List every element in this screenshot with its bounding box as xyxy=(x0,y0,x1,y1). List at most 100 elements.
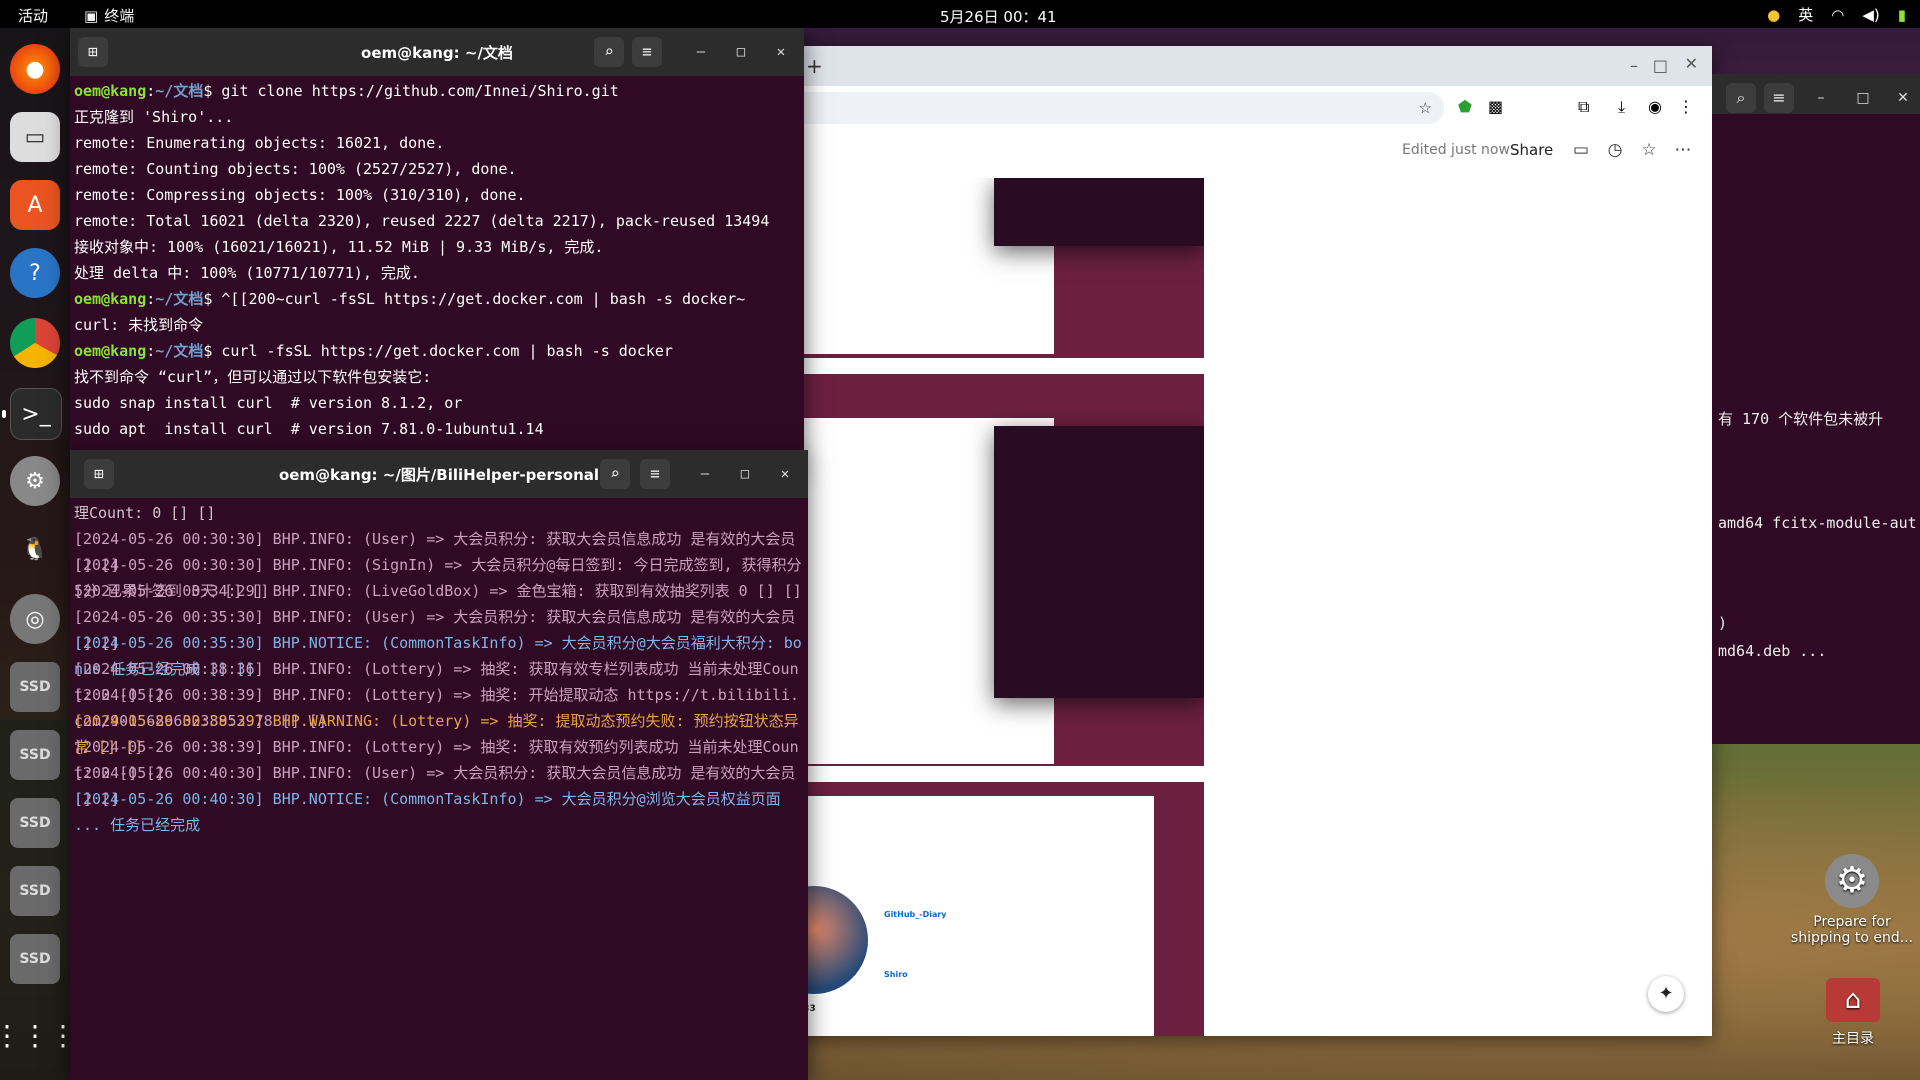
terminal-line: oem@kang:~/文档$ ^[[200~curl -fsSL https:/… xyxy=(74,290,746,308)
bg-terminal-line: md64.deb ... xyxy=(1718,642,1827,660)
ssd-drive-icon[interactable]: SSD xyxy=(10,662,60,712)
hamburger-menu-icon[interactable]: ≡ xyxy=(1764,83,1794,113)
maximize-button[interactable]: □ xyxy=(736,465,754,483)
input-method[interactable]: 英 xyxy=(1798,4,1813,25)
terminal-icon[interactable]: >_ xyxy=(10,388,62,440)
log-line: [2024-05-26 00:35:30] BHP.NOTICE: (Commo… xyxy=(74,634,802,678)
terminal-output[interactable]: oem@kang:~/文档$ git clone https://github.… xyxy=(70,78,804,460)
log-line: [2024-05-26 00:40:30] BHP.NOTICE: (Commo… xyxy=(74,790,781,834)
maximize-button[interactable]: □ xyxy=(1854,89,1872,107)
ssd-drive-icon[interactable]: SSD xyxy=(10,798,60,848)
app-center-icon[interactable]: A xyxy=(10,180,60,230)
system-tray[interactable]: ● 英 ◠ ◀) ▮ xyxy=(1767,4,1906,25)
chrome-tray-icon[interactable]: ● xyxy=(1767,6,1780,24)
github-repo-2[interactable]: Shiro xyxy=(884,970,908,979)
desktop-icon-label: 主目录 xyxy=(1832,1031,1874,1047)
terminal-line: sudo snap install curl # version 8.1.2, … xyxy=(74,394,463,412)
terminal-window-bilihelper[interactable]: ⊞ oem@kang: ~/图片/BiliHelper-personal ⌕ ≡… xyxy=(70,450,808,1080)
log-line: 理Count: 0 [] [] xyxy=(74,504,216,522)
prompt-path: ~/文档 xyxy=(155,290,204,308)
clock[interactable]: 5月26日 00：41 xyxy=(940,6,1057,27)
prompt-path: ~/文档 xyxy=(155,342,204,360)
search-icon[interactable]: ⌕ xyxy=(594,37,624,67)
log-line: [2024-05-26 00:38:39] BHP.INFO: (Lottery… xyxy=(74,738,799,782)
history-icon[interactable]: ◷ xyxy=(1604,140,1626,162)
share-button[interactable]: Share xyxy=(1510,141,1553,159)
log-line: [2024-05-26 00:34:29] BHP.INFO: (LiveGol… xyxy=(74,582,802,600)
close-button[interactable]: ✕ xyxy=(1894,89,1912,107)
download-icon[interactable]: ⤓ xyxy=(1618,97,1625,117)
extension-puzzle-icon[interactable]: ⧉ xyxy=(1578,97,1589,117)
bg-terminal-line: amd64 fcitx-module-aut xyxy=(1718,514,1917,532)
profile-avatar[interactable]: ◉ xyxy=(1648,97,1662,116)
battery-icon[interactable]: ▮ xyxy=(1898,6,1906,24)
menu-icon[interactable]: ⋮ xyxy=(1678,97,1694,116)
home-folder-icon: ⌂ xyxy=(1826,978,1880,1022)
edited-status: Edited just now xyxy=(1402,142,1510,158)
terminal-header[interactable]: ⊞ oem@kang: ~/图片/BiliHelper-personal ⌕ ≡… xyxy=(70,450,808,498)
terminal-line: remote: Total 16021 (delta 2320), reused… xyxy=(74,212,770,230)
penguin-icon[interactable]: 🐧 xyxy=(10,524,60,574)
bg-terminal-line: 有 170 个软件包未被升 xyxy=(1718,410,1884,428)
terminal-window-documents[interactable]: ⊞ oem@kang: ~/文档 ⌕ ≡ – □ ✕ oem@kang:~/文档… xyxy=(70,28,804,460)
hamburger-menu-icon[interactable]: ≡ xyxy=(632,37,662,67)
more-icon[interactable]: ⋯ xyxy=(1672,140,1694,162)
ssd-drive-icon[interactable]: SSD xyxy=(10,866,60,916)
log-line: [2024-05-26 00:30:30] BHP.INFO: (User) =… xyxy=(74,530,796,574)
terminal-line: 找不到命令 “curl”，但可以通过以下软件包安装它: xyxy=(74,368,432,386)
hamburger-menu-icon[interactable]: ≡ xyxy=(640,459,670,489)
close-button[interactable]: ✕ xyxy=(772,43,790,61)
desktop-icon-home[interactable]: ⌂ 主目录 xyxy=(1818,978,1888,1048)
terminal-app-icon: ▣ xyxy=(84,6,99,25)
disc-icon[interactable]: ◎ xyxy=(10,594,60,644)
maximize-button[interactable]: □ xyxy=(1653,56,1668,75)
extension-icon[interactable]: ▩ xyxy=(1488,97,1503,116)
ssd-drive-icon[interactable]: SSD xyxy=(10,934,60,984)
top-bar: 活动 ▣ 终端 5月26日 00：41 ● 英 ◠ ◀) ▮ xyxy=(0,0,1920,28)
bookmark-star-icon[interactable]: ☆ xyxy=(1419,92,1432,124)
prompt-user: oem@kang xyxy=(74,290,147,308)
terminal-line: 处理 delta 中: 100% (10771/10771), 完成. xyxy=(74,264,420,282)
background-terminal-header[interactable]: ⌕ ≡ – □ ✕ xyxy=(1712,74,1920,114)
terminal-line: 正克隆到 'Shiro'... xyxy=(74,108,234,126)
log-line: [2024-05-26 00:40:30] BHP.INFO: (User) =… xyxy=(74,764,796,808)
terminal-line: oem@kang:~/文档$ curl -fsSL https://get.do… xyxy=(74,342,673,360)
app-name: 终端 xyxy=(104,7,135,25)
settings-icon[interactable]: ⚙ xyxy=(10,456,60,506)
firefox-icon[interactable]: ● xyxy=(10,44,60,94)
terminal-header[interactable]: ⊞ oem@kang: ~/文档 ⌕ ≡ – □ ✕ xyxy=(70,28,804,76)
close-button[interactable]: ✕ xyxy=(776,465,794,483)
desktop-icon-shipping[interactable]: ⚙ Prepare for shipping to end... xyxy=(1782,854,1920,946)
sparkle-button[interactable]: ✦ xyxy=(1648,976,1684,1012)
bg-terminal-line: ) xyxy=(1718,614,1728,632)
search-icon[interactable]: ⌕ xyxy=(600,459,630,489)
active-indicator xyxy=(2,410,6,418)
show-apps-grid-icon[interactable]: ⋮⋮⋮ xyxy=(0,1010,77,1060)
wifi-icon[interactable]: ◠ xyxy=(1831,6,1844,24)
minimize-button[interactable]: – xyxy=(1630,56,1638,75)
search-icon[interactable]: ⌕ xyxy=(1726,83,1756,113)
comment-icon[interactable]: ▭ xyxy=(1570,140,1592,162)
minimize-button[interactable]: – xyxy=(696,465,714,483)
close-button[interactable]: ✕ xyxy=(1685,54,1698,73)
terminal-output[interactable]: 理Count: 0 [] [] [2024-05-26 00:30:30] BHP… xyxy=(70,500,808,1080)
activities-button[interactable]: 活动 xyxy=(18,5,48,26)
ssd-drive-icon[interactable]: SSD xyxy=(10,730,60,780)
app-menu[interactable]: ▣ 终端 xyxy=(84,5,134,26)
log-line: [2024-05-26 00:38:39] BHP.INFO: (Lottery… xyxy=(74,686,800,730)
extension-shield-icon[interactable]: ⬟ xyxy=(1458,97,1472,116)
new-tab-button[interactable]: + xyxy=(806,54,823,78)
help-icon[interactable]: ? xyxy=(10,248,60,298)
minimize-button[interactable]: – xyxy=(692,43,710,61)
gear-icon: ⚙ xyxy=(1825,854,1879,908)
volume-icon[interactable]: ◀) xyxy=(1862,6,1879,24)
chrome-icon[interactable] xyxy=(10,318,60,368)
minimize-button[interactable]: – xyxy=(1812,89,1830,107)
github-repo-1[interactable]: GitHub_-Diary xyxy=(884,910,947,919)
terminal-line: oem@kang:~/文档$ git clone https://github.… xyxy=(74,82,619,100)
background-terminal[interactable]: 有 170 个软件包未被升 amd64 fcitx-module-aut ) m… xyxy=(1712,74,1920,744)
dock: ● ▭ A ? >_ ⚙ 🐧 ◎ SSD SSD SSD SSD SSD ⋮⋮⋮ xyxy=(0,28,77,1080)
files-icon[interactable]: ▭ xyxy=(10,112,60,162)
star-icon[interactable]: ☆ xyxy=(1638,140,1660,162)
maximize-button[interactable]: □ xyxy=(732,43,750,61)
